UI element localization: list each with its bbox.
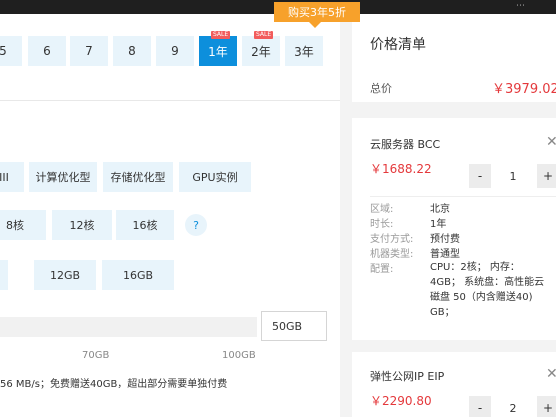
instance-type-option[interactable]: 计算优化型 [29,162,97,192]
option-label: 16核 [132,219,158,232]
item-divider [370,196,556,197]
detail-value: 普通型 [430,249,460,260]
sale-badge: SALE [254,31,274,39]
detail-label: 机器类型: [370,249,414,260]
quantity-value[interactable]: 1 [493,164,533,188]
increment-button[interactable]: + [537,396,556,417]
increment-button[interactable]: + [537,164,556,188]
detail-value: 预付费 [430,234,460,245]
instance-type-option[interactable]: III [0,162,24,192]
duration-label: 8 [128,44,136,58]
cpu-option[interactable]: 16核 [116,210,174,240]
config-panel: 5 6 7 8 9 SALE 1年 SALE 2年 3年 III 计算优化型 存… [0,14,340,417]
memory-option[interactable]: 12GB [34,260,96,290]
quantity-value[interactable]: 2 [493,396,533,417]
duration-option[interactable]: 9 [156,36,194,66]
memory-option[interactable] [0,260,8,290]
decrement-button[interactable]: - [469,396,491,417]
detail-label: 时长: [370,219,394,230]
duration-option[interactable]: 7 [70,36,108,66]
total-label: 总价 [370,82,392,95]
disk-tick-label: 100GB [222,350,256,361]
duration-option[interactable]: 5 [0,36,22,66]
disk-tick-label: 70GB [82,350,110,361]
duration-label: 2年 [251,44,271,59]
instance-type-option[interactable]: GPU实例 [179,162,251,192]
option-label: 16GB [122,268,154,282]
disk-note: 56 MB/s；免费赠送40GB，超出部分需要单独付费 [0,379,228,390]
total-price: ￥3979.02 [492,82,556,97]
option-label: 存储优化型 [110,171,166,184]
option-label: 12GB [49,268,81,282]
cart-item: 云服务器 BCC ✕ ￥1688.22 - 1 + 区域: 北京 时长: 1年 … [352,118,556,340]
duration-option[interactable]: 3年 [285,36,323,66]
sale-badge: SALE [211,31,231,39]
item-price: ￥1688.22 [370,162,432,176]
summary-card: 价格清单 总价 ￥3979.02 [352,14,556,102]
item-price: ￥2290.80 [370,394,432,408]
option-label: GPU实例 [192,171,238,184]
promo-tag: 购买3年5折 [274,2,360,28]
detail-label: 支付方式: [370,234,414,245]
decrement-button[interactable]: - [469,164,491,188]
duration-label: 5 [0,44,7,58]
panel-gutter [340,14,352,417]
config-line: GB； [430,307,455,318]
duration-label: 7 [85,44,93,58]
cpu-option[interactable]: 8核 [0,210,46,240]
duration-label: 6 [43,44,51,58]
duration-label: 3年 [294,44,314,59]
disk-size-value: 50GB [272,319,303,333]
close-icon[interactable]: ✕ [546,134,556,150]
duration-option-selected[interactable]: SALE 1年 [199,31,237,66]
duration-option[interactable]: SALE 2年 [242,31,280,66]
detail-label: 区域: [370,204,394,215]
config-line: 磁盘 50（内含赠送40) [430,292,533,303]
cpu-option[interactable]: 12核 [52,210,112,240]
config-line: 4GB； 系统盘：高性能云 [430,277,545,288]
help-icon[interactable]: ? [185,214,207,236]
price-list-panel: 价格清单 总价 ￥3979.02 云服务器 BCC ✕ ￥1688.22 - 1… [352,14,556,417]
option-label: III [0,170,9,184]
detail-label: 配置: [370,264,394,275]
duration-option[interactable]: 6 [28,36,66,66]
section-divider [0,100,340,101]
close-icon[interactable]: ✕ [546,366,556,382]
duration-option[interactable]: 8 [113,36,151,66]
detail-value: 1年 [430,219,447,230]
config-line: CPU：2核； 内存： [430,262,520,273]
more-icon[interactable]: ⋯ [516,1,526,11]
instance-type-option[interactable]: 存储优化型 [103,162,173,192]
option-label: 8核 [6,219,24,232]
detail-value: 北京 [430,204,450,215]
panel-title: 价格清单 [370,37,426,53]
cart-item: 弹性公网IP EIP ✕ ￥2290.80 - 2 + [352,352,556,417]
duration-label: 1年 [208,44,228,59]
option-label: 计算优化型 [35,171,91,184]
option-label: 12核 [69,219,95,232]
item-title: 弹性公网IP EIP [370,370,445,383]
memory-option[interactable]: 16GB [102,260,174,290]
disk-size-input[interactable]: 50GB [261,311,327,341]
duration-label: 9 [171,44,179,58]
help-label: ? [193,218,199,232]
item-title: 云服务器 BCC [370,138,441,151]
disk-slider[interactable] [0,317,257,337]
config-detail: CPU：2核； 内存： 4GB； 系统盘：高性能云 磁盘 50（内含赠送40) … [430,260,556,320]
